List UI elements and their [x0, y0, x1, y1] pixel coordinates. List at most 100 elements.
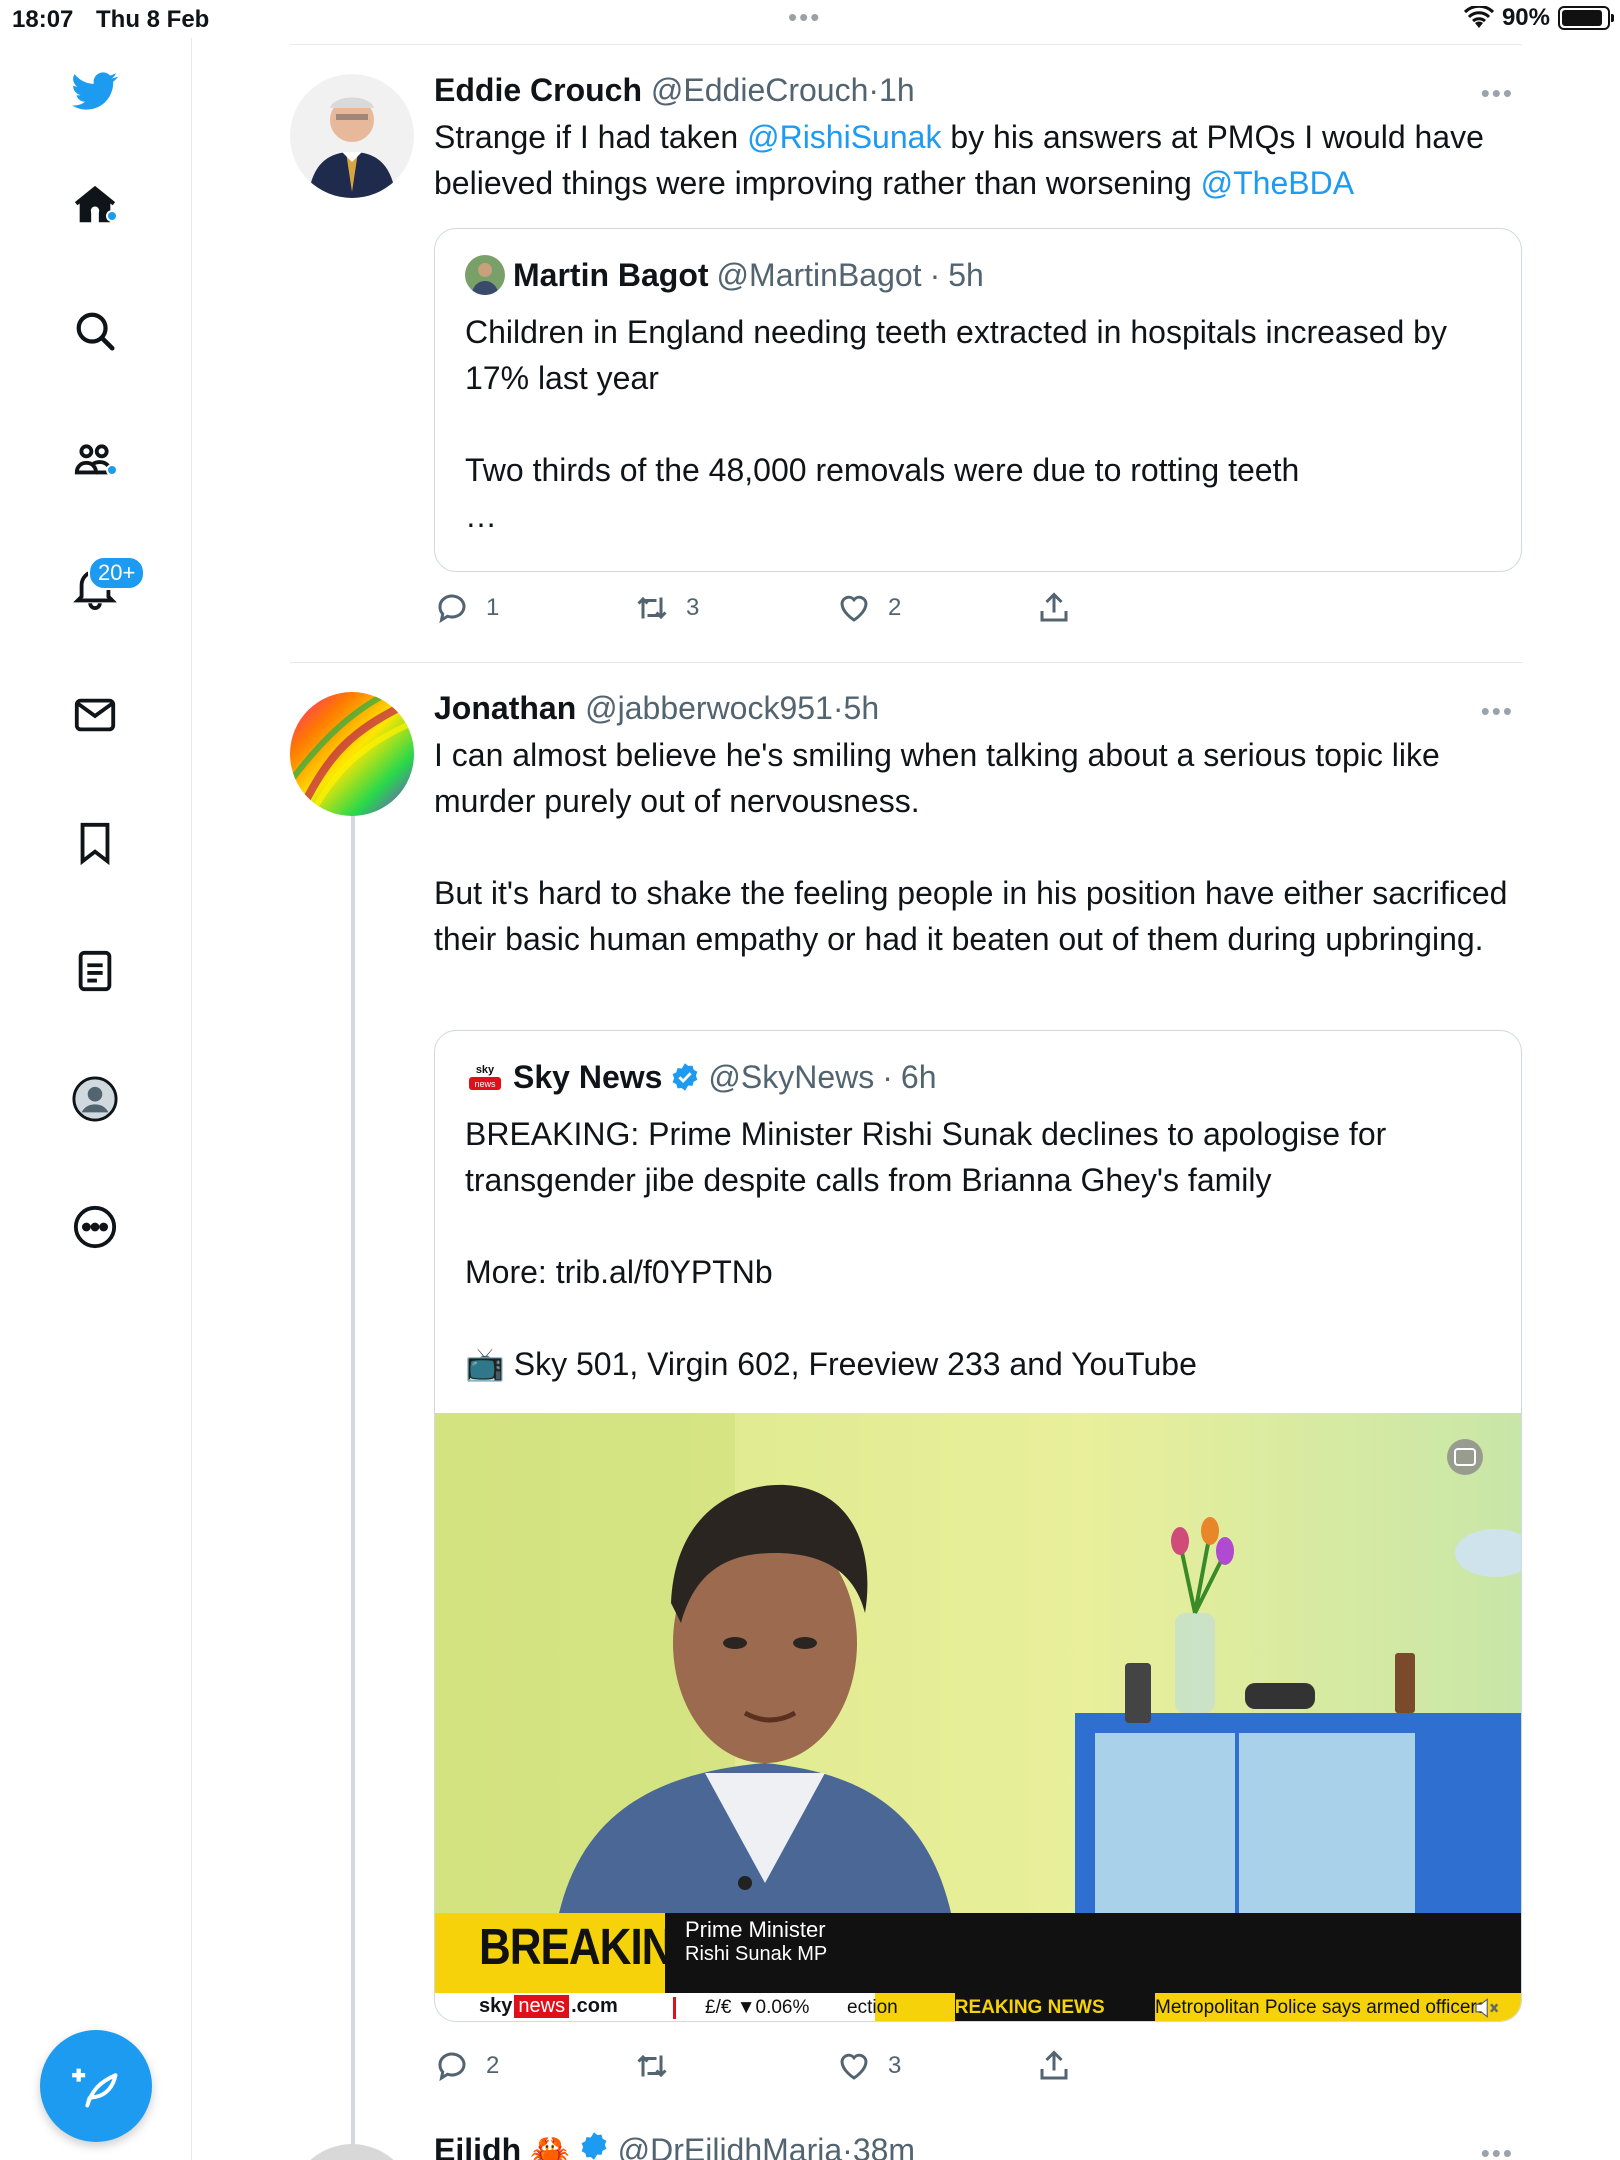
tweet-header: Eddie Crouch @EddieCrouch·1h: [434, 68, 1514, 112]
ticker-brand-sky: sky: [479, 1995, 513, 2017]
tweet-header: Jonathan @jabberwock951·5h: [434, 686, 1514, 730]
quoted-tweet-header: sky news Sky News @SkyNews · 6h: [465, 1055, 937, 1099]
quoted-tweet[interactable]: Martin Bagot @MartinBagot · 5h Children in…: [434, 228, 1522, 572]
quoted-tweet-text: Children in England needing teeth extrac…: [465, 314, 1447, 534]
tweet-time[interactable]: 38m: [853, 2132, 915, 2160]
separator-dot: ·: [842, 2132, 853, 2160]
sky-news-logo-avatar: sky news: [465, 1057, 505, 1097]
quoted-author-handle: @SkyNews: [708, 1059, 875, 1095]
caption-title: Prime Minister: [685, 1917, 826, 1942]
separator-dot: ·: [929, 257, 941, 293]
multitasking-dots-icon[interactable]: •••: [788, 2, 821, 33]
compose-tweet-button[interactable]: [40, 2030, 152, 2142]
ticker-fx: £/€ ▼0.06%: [705, 1997, 810, 2018]
tweet-more-icon[interactable]: •••: [1481, 696, 1514, 727]
svg-text:news: news: [474, 1079, 496, 1089]
author-name[interactable]: Eddie Crouch: [434, 72, 642, 108]
mention-link[interactable]: @RishiSunak: [747, 119, 941, 155]
verified-badge-icon: [581, 2132, 607, 2160]
retweet-icon: [637, 596, 667, 620]
wifi-icon: [1463, 6, 1494, 28]
tweet-text-part: Strange if I had taken: [434, 119, 748, 155]
home-icon[interactable]: [66, 176, 124, 234]
messages-icon[interactable]: [66, 686, 124, 744]
status-right: 90%: [1463, 4, 1614, 32]
caption-subtitle: Rishi Sunak MP: [685, 1943, 828, 1965]
share-button[interactable]: [1036, 2048, 1072, 2084]
heart-icon: [840, 595, 868, 622]
quoted-avatar: [465, 255, 505, 295]
author-handle[interactable]: @jabberwock951: [585, 690, 833, 726]
tweet-eddie-crouch[interactable]: Eddie Crouch @EddieCrouch·1h ••• Strange…: [290, 68, 1522, 658]
tweet-actions: 1 3 2: [434, 590, 1134, 634]
like-button[interactable]: 2: [836, 590, 901, 626]
avatar[interactable]: [290, 74, 414, 198]
ticker-breaking: BREAKING NEWS: [941, 1997, 1105, 2018]
compose-feather-icon: [72, 2068, 118, 2108]
tweet-jonathan[interactable]: Jonathan @jabberwock951·5h ••• I can alm…: [290, 686, 1522, 2082]
reply-count: 1: [486, 594, 500, 621]
quoted-tweet-text: BREAKING: Prime Minister Rishi Sunak dec…: [465, 1116, 1387, 1382]
separator-dot: ·: [882, 1059, 893, 1095]
avatar[interactable]: [290, 2144, 414, 2160]
ticker-brand-news: news: [514, 1995, 570, 2018]
tweet-more-icon[interactable]: •••: [1481, 2138, 1514, 2160]
quoted-tweet-header: Martin Bagot @MartinBagot · 5h: [465, 253, 984, 297]
ticker-headline: Metropolitan Police says armed officers: [1155, 1997, 1487, 2018]
tweet-more-icon[interactable]: •••: [1481, 78, 1514, 109]
crab-emoji: 🦀: [530, 2132, 570, 2160]
reply-button[interactable]: 2: [434, 2048, 499, 2084]
quoted-author-name: Sky News: [513, 1059, 663, 1095]
bookmarks-icon[interactable]: [66, 814, 124, 872]
verified-badge-icon: [673, 1063, 698, 1091]
ticker-section: ection: [847, 1997, 898, 2018]
mention-link[interactable]: @TheBDA: [1201, 165, 1354, 201]
retweet-icon: [637, 2054, 667, 2078]
tweet-time[interactable]: 5h: [844, 690, 880, 726]
tweet-time[interactable]: 1h: [879, 72, 915, 108]
separator-dot: ·: [868, 72, 880, 108]
feed-divider: [290, 44, 1522, 45]
lists-icon[interactable]: [66, 942, 124, 1000]
more-icon[interactable]: [66, 1198, 124, 1256]
tweet-eilidh[interactable]: Eilidh 🦀 @DrEilidhMaria·38m •••: [290, 2128, 1522, 2160]
tweet-actions: 2 3: [434, 2048, 1134, 2092]
share-button[interactable]: [1036, 590, 1072, 626]
heart-icon: [840, 2053, 868, 2080]
quoted-author-name: Martin Bagot: [513, 257, 709, 293]
quoted-video-media[interactable]: BREAKING NEWS Prime Minister Rishi Sunak…: [435, 1413, 1521, 2022]
feed-divider: [290, 662, 1522, 663]
notifications-count-badge: 20+: [88, 556, 146, 590]
reply-icon: [438, 2052, 466, 2082]
twitter-bird-icon[interactable]: [66, 62, 124, 120]
tweet-text: Strange if I had taken @RishiSunak by hi…: [434, 114, 1514, 206]
share-icon: [1040, 592, 1068, 622]
avatar[interactable]: [290, 692, 414, 816]
search-icon[interactable]: [66, 302, 124, 360]
author-name[interactable]: Eilidh: [434, 2132, 521, 2160]
ticker-brand-com: .com: [571, 1995, 618, 2017]
battery-icon: [1558, 6, 1614, 30]
separator-dot: ·: [832, 690, 844, 726]
tweet-text: I can almost believe he's smiling when t…: [434, 737, 1508, 957]
like-button[interactable]: 3: [836, 2048, 901, 2084]
retweet-count: 3: [686, 594, 700, 621]
reply-icon: [438, 594, 466, 624]
reply-button[interactable]: 1: [434, 590, 499, 626]
like-count: 3: [888, 2052, 902, 2079]
profile-icon[interactable]: [66, 1070, 124, 1128]
quoted-tweet-time: 6h: [900, 1059, 937, 1095]
communities-icon[interactable]: [66, 430, 124, 488]
retweet-button[interactable]: 3: [634, 590, 699, 626]
author-handle[interactable]: @DrEilidhMaria: [618, 2132, 843, 2160]
like-count: 2: [888, 594, 902, 621]
quoted-author-handle: @MartinBagot: [716, 257, 922, 293]
ticker-brand: sky news .com: [479, 1995, 618, 2018]
author-name[interactable]: Jonathan: [434, 690, 576, 726]
quoted-tweet[interactable]: sky news Sky News @SkyNews · 6h BREAKING: P…: [434, 1030, 1522, 2022]
author-handle[interactable]: @EddieCrouch: [651, 72, 868, 108]
retweet-button[interactable]: [634, 2048, 686, 2084]
status-time: 18:07: [12, 6, 74, 33]
quoted-tweet-time: 5h: [948, 257, 984, 293]
mute-icon[interactable]: [1471, 1993, 1501, 2022]
